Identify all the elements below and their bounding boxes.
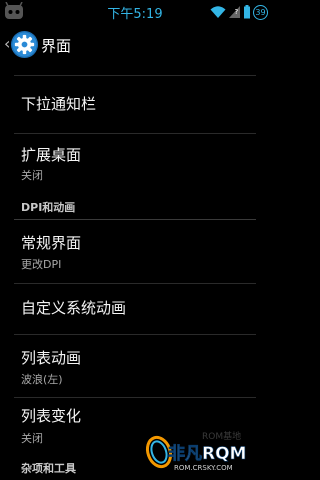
category-misc-tools: 杂项和工具: [21, 462, 76, 475]
pref-title: 列表动画: [21, 349, 82, 367]
pref-title: 自定义系统动画: [21, 299, 127, 317]
page-title: 界面: [41, 37, 72, 55]
pref-summary: 更改DPI: [21, 258, 62, 271]
settings-gear-icon[interactable]: [10, 30, 39, 59]
pref-title: 扩展桌面: [21, 146, 82, 164]
category-dpi-animation: DPI和动画: [21, 201, 76, 214]
svg-text:?: ?: [235, 8, 239, 16]
watermark-faint-text: ROM基地: [202, 430, 241, 442]
pref-summary: 波浪(左): [21, 373, 63, 386]
battery-level-badge: 39: [253, 4, 268, 20]
list-divider: [14, 397, 256, 398]
pref-title: 列表变化: [21, 407, 82, 425]
list-divider: [14, 283, 256, 284]
wifi-icon: [210, 6, 226, 18]
pref-summary: 关闭: [21, 169, 43, 182]
category-divider: [14, 219, 256, 220]
watermark-brand: 非凡RQM: [168, 443, 246, 464]
status-bar: 下午5:19 ? 39: [0, 0, 270, 24]
list-divider: [14, 75, 256, 76]
pref-summary: 关闭: [21, 432, 43, 445]
signal-icon: ?: [229, 6, 240, 18]
list-divider: [14, 334, 256, 335]
list-divider: [14, 133, 256, 134]
action-bar: ‹ 界面: [0, 24, 270, 66]
watermark-url: ROM.CRSKY.COM: [174, 464, 233, 472]
site-watermark-logo: ROM基地 非凡RQM ROM.CRSKY.COM: [145, 430, 247, 472]
battery-icon: [244, 5, 250, 19]
pref-title: 常规界面: [21, 234, 82, 252]
pref-title: 下拉通知栏: [21, 95, 97, 113]
